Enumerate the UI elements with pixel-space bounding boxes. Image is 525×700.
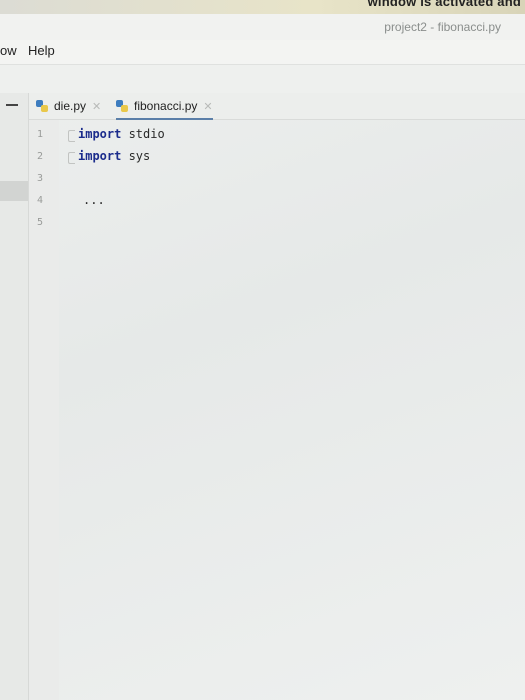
code-keyword: import — [78, 149, 122, 163]
code-text: stdio — [121, 127, 165, 141]
menu-bar: ow Help — [0, 40, 525, 65]
code-text: sys — [121, 149, 151, 163]
window-title: project2 - fibonacci.py — [384, 20, 501, 34]
code-line: import sys — [78, 149, 150, 163]
code-ellipsis: ... — [83, 193, 105, 207]
current-line-highlight — [0, 181, 28, 201]
close-icon[interactable]: ✕ — [92, 100, 101, 113]
tab-label: fibonacci.py — [134, 99, 198, 113]
python-file-icon — [36, 99, 49, 113]
tab-label: die.py — [54, 99, 87, 113]
toolbar-area — [0, 65, 525, 93]
activation-banner: window is activated and — [0, 0, 525, 14]
fold-icon[interactable] — [68, 130, 75, 142]
code-editor[interactable]: import stdio import sys ... — [60, 120, 525, 700]
tab-die-py[interactable]: die.py ✕ — [36, 93, 101, 119]
menu-item-window[interactable]: ow — [0, 43, 17, 58]
title-bar: project2 - fibonacci.py — [0, 14, 525, 40]
editor-tab-bar: die.py ✕ fibonacci.py ✕ — [0, 93, 525, 120]
code-line: import stdio — [78, 127, 165, 141]
line-number-gutter: 1 2 3 4 5 — [29, 120, 59, 700]
line-number: 2 — [36, 151, 43, 162]
tab-fibonacci-py[interactable]: fibonacci.py ✕ — [116, 93, 213, 120]
line-number: 1 — [36, 129, 43, 140]
collapse-icon[interactable] — [6, 104, 18, 106]
python-file-icon — [116, 99, 129, 113]
close-icon[interactable]: ✕ — [203, 100, 212, 113]
line-number: 4 — [36, 195, 43, 206]
fold-icon[interactable] — [68, 152, 75, 164]
line-number: 3 — [36, 173, 43, 184]
menu-item-help[interactable]: Help — [28, 43, 55, 58]
line-number: 5 — [36, 217, 43, 228]
code-keyword: import — [78, 127, 122, 141]
banner-text: window is activated and — [367, 0, 521, 9]
